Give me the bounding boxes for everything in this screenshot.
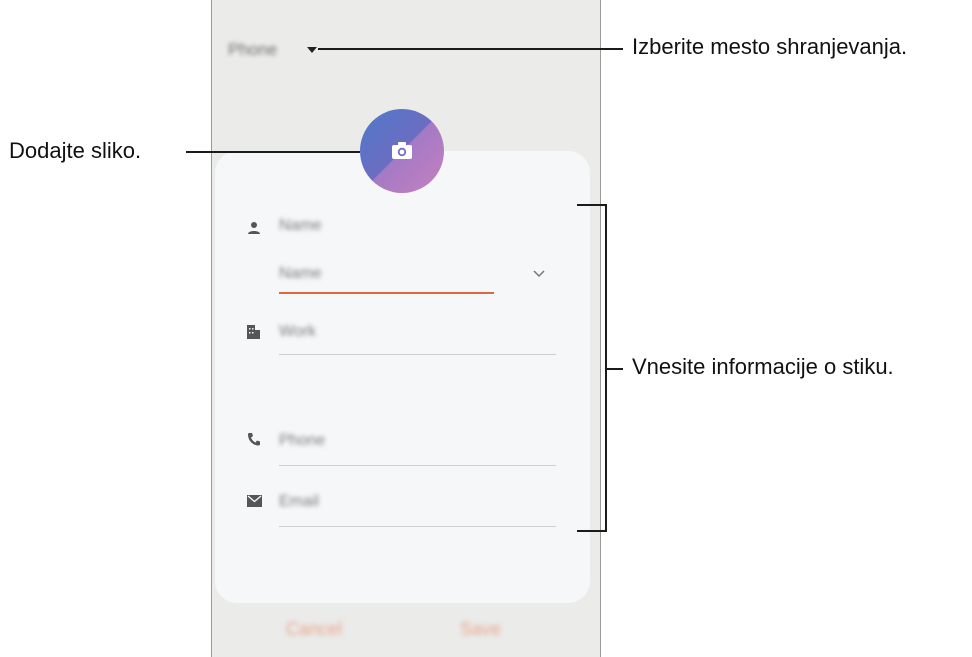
storage-callout-text: Izberite mesto shranjevanja.: [632, 34, 908, 59]
add-picture-button[interactable]: [360, 109, 444, 193]
camera-icon: [392, 142, 412, 159]
work-field-underline: [279, 354, 556, 355]
caret-down-icon[interactable]: [307, 47, 318, 53]
info-bracket-bottom: [577, 530, 607, 532]
phone-icon: [248, 433, 260, 446]
storage-selector[interactable]: Phone: [228, 40, 318, 60]
phone-screen: Phone Name Name Work Phone Email Cancel …: [211, 0, 601, 657]
email-field-placeholder[interactable]: Email: [279, 493, 319, 511]
work-field-placeholder[interactable]: Work: [279, 323, 316, 341]
mail-icon: [247, 495, 262, 507]
save-button[interactable]: Save: [460, 619, 501, 640]
name-subfield-placeholder[interactable]: Name: [279, 265, 322, 283]
storage-callout-line: [318, 48, 623, 50]
info-bracket-top: [577, 204, 607, 206]
building-icon: [247, 325, 260, 339]
info-callout-text: Vnesite informacije o stiku.: [632, 354, 894, 379]
phone-field-underline: [279, 465, 556, 466]
name-field-underline-active: [279, 292, 494, 294]
email-field-underline: [279, 526, 556, 527]
person-icon: [248, 222, 260, 234]
contact-form-card: Name Name Work Phone Email: [215, 151, 590, 603]
info-callout-line: [605, 368, 623, 370]
phone-field-placeholder[interactable]: Phone: [279, 432, 325, 450]
chevron-down-icon[interactable]: [532, 268, 546, 278]
picture-callout-text: Dodajte sliko.: [9, 138, 142, 163]
name-field-placeholder[interactable]: Name: [279, 217, 322, 235]
picture-callout-line: [186, 151, 360, 153]
cancel-button[interactable]: Cancel: [286, 619, 342, 640]
storage-label: Phone: [228, 40, 278, 59]
